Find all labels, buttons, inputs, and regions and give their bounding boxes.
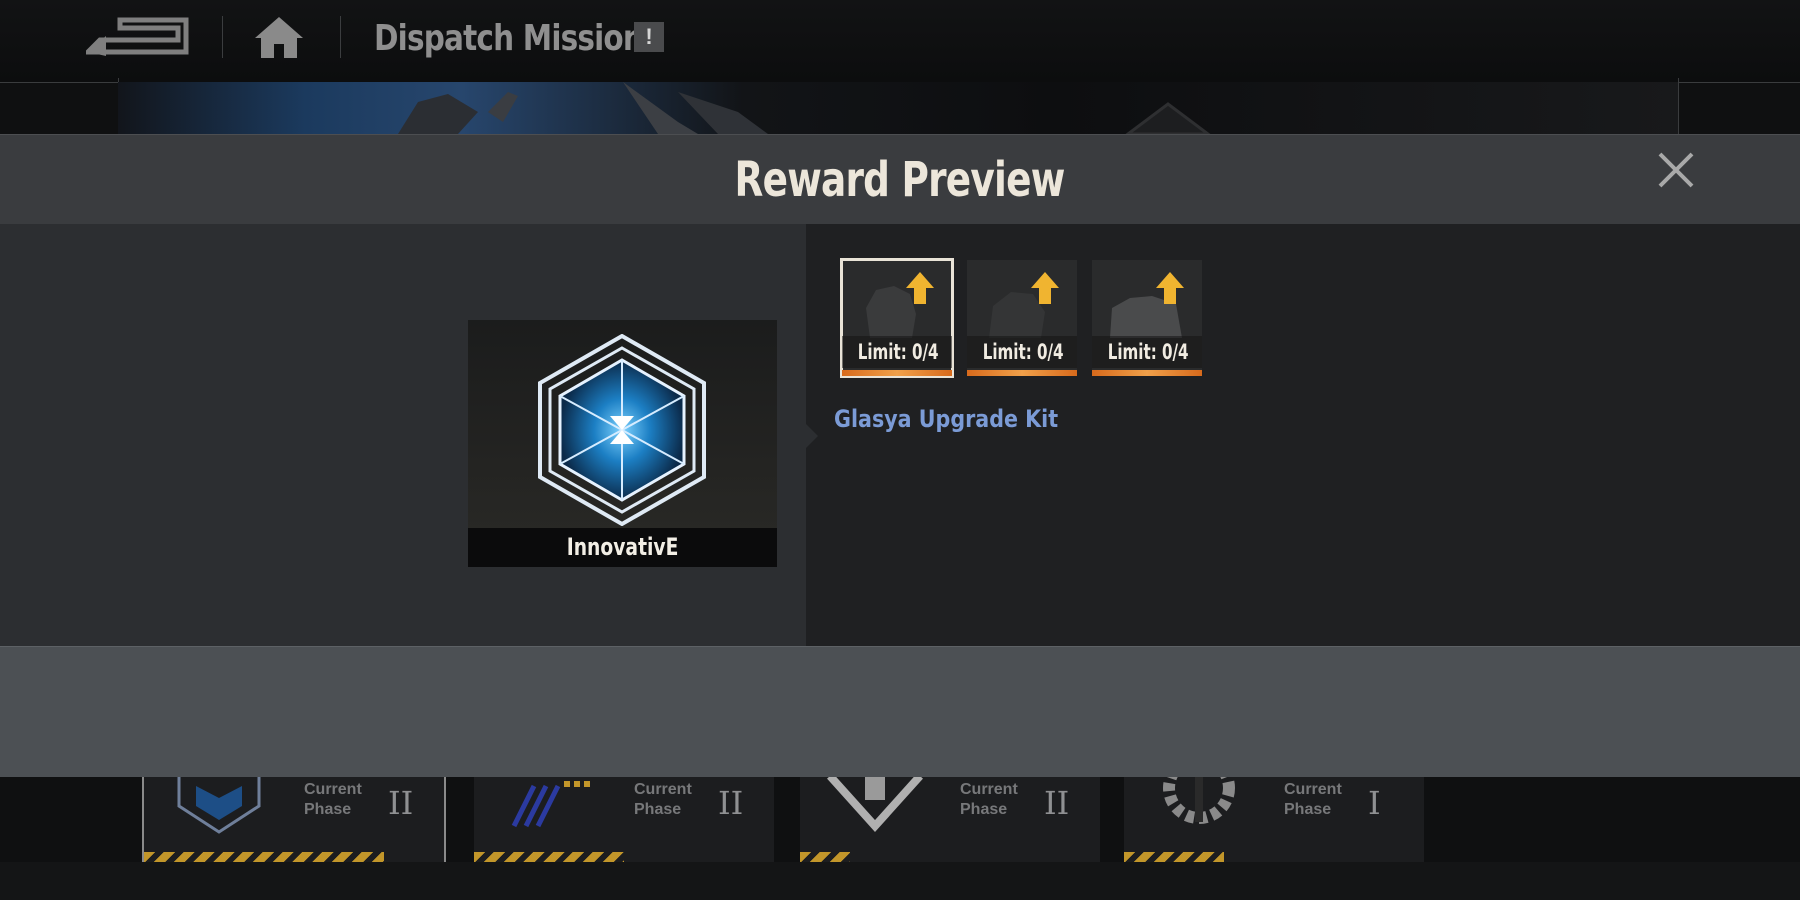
modal-header: Reward Preview <box>0 134 1800 225</box>
back-arrow-icon <box>81 17 189 56</box>
selected-item-name: Glasya Upgrade Kit <box>834 405 1059 433</box>
phase-label: Current Phase <box>634 781 692 818</box>
divider <box>340 16 341 58</box>
rarity-bar <box>1092 370 1202 376</box>
reward-item[interactable]: Limit: 0/4 <box>840 258 954 378</box>
phase-number: I <box>1368 784 1381 822</box>
mech-silhouette-art <box>398 82 1213 136</box>
close-icon <box>1658 152 1694 188</box>
innovative-badge-card: InnovativE <box>468 320 777 567</box>
badge-label: InnovativE <box>468 528 777 567</box>
reward-item[interactable]: Limit: 0/4 <box>967 260 1077 376</box>
top-bar: Dispatch Missions ! <box>0 0 1800 83</box>
reward-limit: Limit: 0/4 <box>967 336 1077 368</box>
modal-title: Reward Preview <box>735 152 1066 208</box>
modal-footer <box>0 646 1800 777</box>
reward-item[interactable]: Limit: 0/4 <box>1092 260 1202 376</box>
upgrade-kit-icon <box>989 272 1059 338</box>
reward-limit: Limit: 0/4 <box>842 336 952 368</box>
page-title: Dispatch Missions <box>374 18 661 59</box>
phase-number: II <box>1044 784 1070 822</box>
background-frame <box>1678 78 1679 138</box>
back-button[interactable] <box>81 16 190 58</box>
gear-emblem-icon <box>1163 776 1235 824</box>
phase-number: II <box>388 784 414 822</box>
panel-pointer <box>806 424 818 448</box>
claw-emblem-icon <box>511 781 594 828</box>
phase-label: Current Phase <box>960 781 1018 818</box>
phase-number: II <box>718 784 744 822</box>
rarity-bar <box>842 370 952 376</box>
phase-label: Current Phase <box>1284 781 1342 818</box>
upgrade-kit-icon <box>1110 272 1184 338</box>
background-mission-art <box>118 82 1678 136</box>
rarity-bar <box>967 370 1077 376</box>
divider <box>222 16 223 58</box>
phase-label: Current Phase <box>304 781 362 818</box>
info-badge[interactable]: ! <box>634 22 664 52</box>
close-button[interactable] <box>1656 150 1696 190</box>
innovative-emblem-icon <box>177 776 261 834</box>
home-button[interactable] <box>252 14 306 60</box>
innovative-hexagon-emblem-icon <box>538 334 706 526</box>
upgrade-kit-icon <box>866 272 934 338</box>
reward-limit: Limit: 0/4 <box>1092 336 1202 368</box>
home-icon <box>255 17 303 58</box>
crest-emblem-icon <box>827 776 923 832</box>
bottom-backdrop <box>0 862 1800 900</box>
